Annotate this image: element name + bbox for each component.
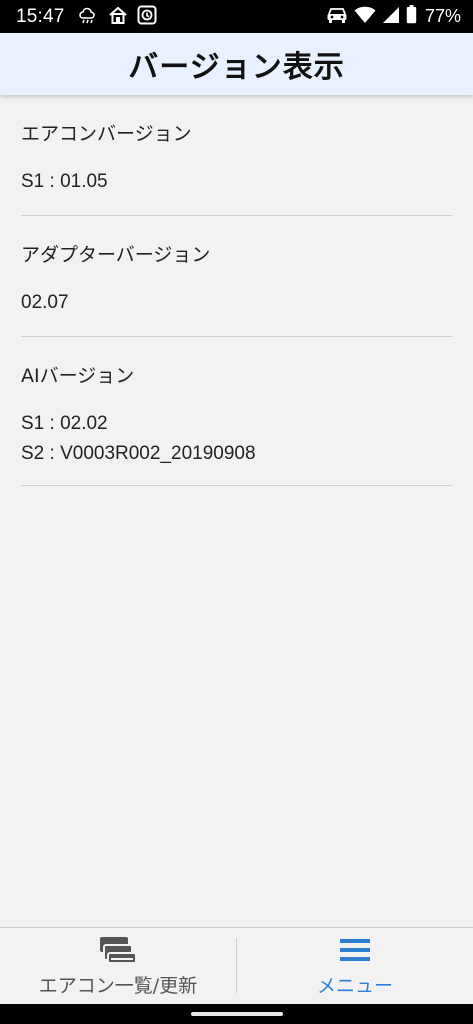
menu-icon [339,935,371,965]
version-value: S1 : 02.02 [21,413,108,434]
section-title: AIバージョン [21,365,135,387]
battery-icon [406,5,417,28]
car-mode-icon [326,7,348,27]
version-list: エアコンバージョン S1 : 01.05 アダプターバージョン 02.07 AI… [0,95,473,486]
nav-label: メニュー [316,975,393,997]
ai-version-section: AIバージョン S1 : 02.02 S2 : V0003R002_201909… [21,337,452,486]
aircon-list-icon [99,935,137,965]
app-notification-icon [137,5,157,29]
section-title: アダプターバージョン [21,244,211,266]
status-time: 15:47 [16,5,65,27]
signal-icon [382,6,400,28]
wifi-icon [354,6,376,28]
weather-icon [78,6,99,28]
status-bar: 15:47 77% [0,0,473,33]
home-gesture-handle[interactable] [191,1012,283,1016]
nav-aircon-list[interactable]: エアコン一覧/更新 [0,928,236,1005]
adapter-version-section: アダプターバージョン 02.07 [21,216,452,337]
page-title: バージョン表示 [128,50,345,85]
status-system-icons: 77% [326,5,461,28]
nav-label: エアコン一覧/更新 [38,975,198,997]
status-notification-icons [78,5,157,29]
battery-percent: 77% [424,6,461,26]
home-icon [108,6,128,28]
app-header: バージョン表示 [0,33,473,95]
section-title: エアコンバージョン [21,123,192,145]
bottom-nav: エアコン一覧/更新 メニュー [0,927,473,1005]
version-value: S1 : 01.05 [21,171,108,192]
gesture-bar [0,1004,473,1024]
nav-menu[interactable]: メニュー [237,928,473,1005]
version-value: S2 : V0003R002_20190908 [21,443,256,464]
version-value: 02.07 [21,292,69,313]
aircon-version-section: エアコンバージョン S1 : 01.05 [21,95,452,216]
